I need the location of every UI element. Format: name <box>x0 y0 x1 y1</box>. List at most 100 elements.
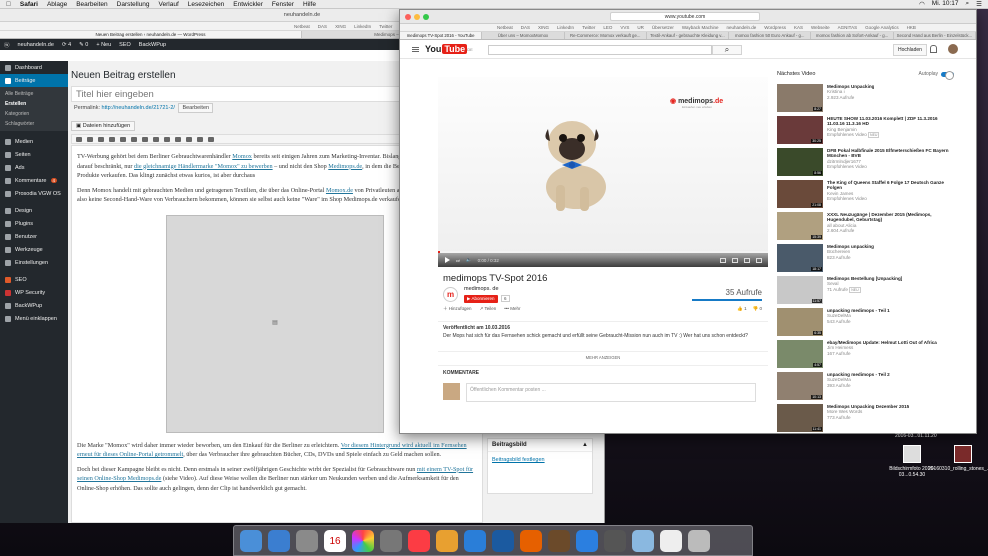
autoplay-toggle[interactable] <box>941 70 954 80</box>
itunes-icon[interactable] <box>408 529 430 552</box>
related-video-item[interactable]: 11:41 Medimops Unpacking Dezember 2015 Mor… <box>777 404 955 432</box>
sidebar-item-tools[interactable]: Werkzeuge <box>0 243 68 256</box>
address-bar[interactable]: www.youtube.com <box>610 12 760 21</box>
bookmark[interactable]: AGNITAS <box>838 25 857 30</box>
bookmark[interactable]: Netbeat <box>294 24 310 29</box>
admin-new[interactable]: + Neu <box>96 42 111 48</box>
collapse-arrow-icon[interactable]: ▲ <box>582 442 588 448</box>
related-video-title[interactable]: HEUTE SHOW 11.03.2016 Komplett | ZDF 11.… <box>827 116 955 127</box>
safari-icon[interactable] <box>576 529 598 552</box>
next-icon[interactable]: ⏭ <box>456 258 460 263</box>
sidebar-item-dashboard[interactable]: Dashboard <box>0 61 68 74</box>
tab[interactable]: momox fashion ab Sofort-Ankauf - g... <box>811 32 894 39</box>
notifications-icon[interactable]: ☰ <box>976 0 982 8</box>
submenu-tags[interactable]: Schlagwörter <box>0 119 68 129</box>
related-video-title[interactable]: DFB Pokal Halbfinale 2015 Elfmeterschieß… <box>827 148 955 159</box>
sidebar-item-users[interactable]: Benutzer <box>0 230 68 243</box>
related-video-item[interactable]: 10:13 unpacking medimops - Teil 2 SuzeDelM… <box>777 372 955 400</box>
spotlight-icon[interactable]: ⌕ <box>966 0 970 8</box>
related-video-item[interactable]: 30:25 HEUTE SHOW 11.03.2016 Komplett | ZD… <box>777 116 955 144</box>
menu-safari[interactable]: Safari <box>20 1 38 8</box>
related-video-item[interactable]: 15:39 XXXL Neuzugänge | Dezember 2015 (Me… <box>777 212 955 240</box>
tab-youtube[interactable]: medimops TV-Spot 2016 - YouTube <box>400 32 483 39</box>
italic-icon[interactable] <box>87 136 93 142</box>
channel-avatar[interactable]: m <box>443 287 458 302</box>
theater-icon[interactable] <box>744 257 750 263</box>
related-video-item[interactable]: 18:17 Medimops unpacking Büchereien 823 Auf… <box>777 244 955 272</box>
app-store-icon[interactable] <box>464 529 486 552</box>
downloads-folder-icon[interactable] <box>632 529 654 552</box>
bookmark[interactable]: DAS <box>521 25 530 30</box>
video-thumbnail[interactable]: 18:17 <box>777 244 823 272</box>
sidebar-item-pages[interactable]: Seiten <box>0 148 68 161</box>
tab-wordpress[interactable]: Neuen Beitrag erstellen ‹ neuhandeln.de … <box>0 31 302 38</box>
toolbar-toggle-icon[interactable] <box>208 136 214 142</box>
sidebar-item-plugins[interactable]: Plugins <box>0 217 68 230</box>
hr-icon[interactable] <box>131 136 137 142</box>
menu-verlauf[interactable]: Verlauf <box>159 1 179 8</box>
link-momox[interactable]: Momox <box>232 153 252 160</box>
more-tag-icon[interactable] <box>197 136 203 142</box>
bold-icon[interactable] <box>76 136 82 142</box>
bookmark[interactable]: XING <box>335 24 346 29</box>
image-file-icon[interactable] <box>954 445 972 463</box>
screenshot-file-icon[interactable] <box>903 445 921 463</box>
bookmark[interactable]: LEO <box>603 25 612 30</box>
bookmark[interactable]: Google Analytics <box>865 25 899 30</box>
numbered-list-icon[interactable] <box>109 136 115 142</box>
tab[interactable]: Über uns – MomoxMomox <box>482 32 565 39</box>
tab[interactable]: Re-Commerce: Momox verkauft ge... <box>565 32 647 39</box>
volume-icon[interactable]: 🔈 <box>466 257 472 263</box>
bookmark[interactable]: KAS <box>794 25 803 30</box>
tab[interactable]: Second Hand aus Berlin - Einzelstück... <box>894 32 976 39</box>
avatar[interactable] <box>948 44 958 54</box>
admin-updates[interactable]: ✎ 0 <box>79 42 88 48</box>
menu-darstellung[interactable]: Darstellung <box>117 1 150 8</box>
play-icon[interactable] <box>445 257 450 263</box>
align-center-icon[interactable] <box>153 136 159 142</box>
channel-name[interactable]: medimops. de <box>464 286 499 292</box>
bullet-list-icon[interactable] <box>98 136 104 142</box>
launchpad-icon[interactable] <box>268 529 290 552</box>
xcode-icon[interactable] <box>492 529 514 552</box>
zoom-icon[interactable] <box>423 13 429 20</box>
wifi-icon[interactable]: ◠ <box>919 0 925 8</box>
gimp-icon[interactable] <box>548 529 570 552</box>
minimize-icon[interactable] <box>414 13 420 20</box>
link-icon[interactable] <box>175 136 181 142</box>
video-thumbnail[interactable]: 10:13 <box>777 372 823 400</box>
admin-site-link[interactable]: neuhandeln.de <box>18 42 54 48</box>
clock[interactable]: Mi. 10:17 <box>932 0 959 8</box>
link-medimops[interactable]: Medimops.de <box>328 163 362 170</box>
video-thumbnail[interactable]: 4:57 <box>777 340 823 368</box>
documents-icon[interactable] <box>660 529 682 552</box>
related-video-item[interactable]: 8:27 Medimops Unpacking Kristina i 2.923 Au… <box>777 84 955 112</box>
trash-icon[interactable] <box>688 529 710 552</box>
related-video-item[interactable]: 6:35 unpacking medimops - Teil 1 SuzeDelMa… <box>777 308 955 336</box>
bookmark[interactable]: LinkedIn <box>354 24 371 29</box>
sidebar-collapse[interactable]: Menü einklappen <box>0 312 68 325</box>
related-video-title[interactable]: The King of Queens Staffel 6 Folge 17 De… <box>827 180 955 191</box>
ibooks-icon[interactable] <box>436 529 458 552</box>
bookmark[interactable]: Netbeat <box>497 25 513 30</box>
search-input[interactable] <box>488 45 712 55</box>
terminal-icon[interactable] <box>604 529 626 552</box>
upload-button[interactable]: Hochladen <box>893 44 927 56</box>
quote-icon[interactable] <box>120 136 126 142</box>
firefox-icon[interactable] <box>520 529 542 552</box>
system-preferences-icon[interactable] <box>380 529 402 552</box>
sidebar-item-seo[interactable]: SEO <box>0 273 68 286</box>
tab[interactable]: momox fashion 50 Euro Ankauf - g... <box>729 32 812 39</box>
link-haendlermarke[interactable]: die gleichnamige Händlermarke "Momox" zu… <box>134 163 273 170</box>
sidebar-item-posts[interactable]: Beiträge <box>0 74 68 87</box>
bookmark[interactable]: neuhandeln.de <box>726 25 756 30</box>
video-thumbnail[interactable]: 21:08 <box>777 180 823 208</box>
share-button[interactable]: ↗ Teilen <box>480 306 497 312</box>
bookmark[interactable]: Twitter <box>379 24 392 29</box>
video-player[interactable]: ◉ medimops.de Einkaufen neu erleben ⏭ 🔈 0… <box>438 77 768 267</box>
mission-control-icon[interactable] <box>296 529 318 552</box>
unlink-icon[interactable] <box>186 136 192 142</box>
bookmark[interactable]: DAS <box>318 24 327 29</box>
like-button[interactable]: 👍 1 <box>737 306 746 312</box>
video-thumbnail[interactable]: 11:57 <box>777 276 823 304</box>
